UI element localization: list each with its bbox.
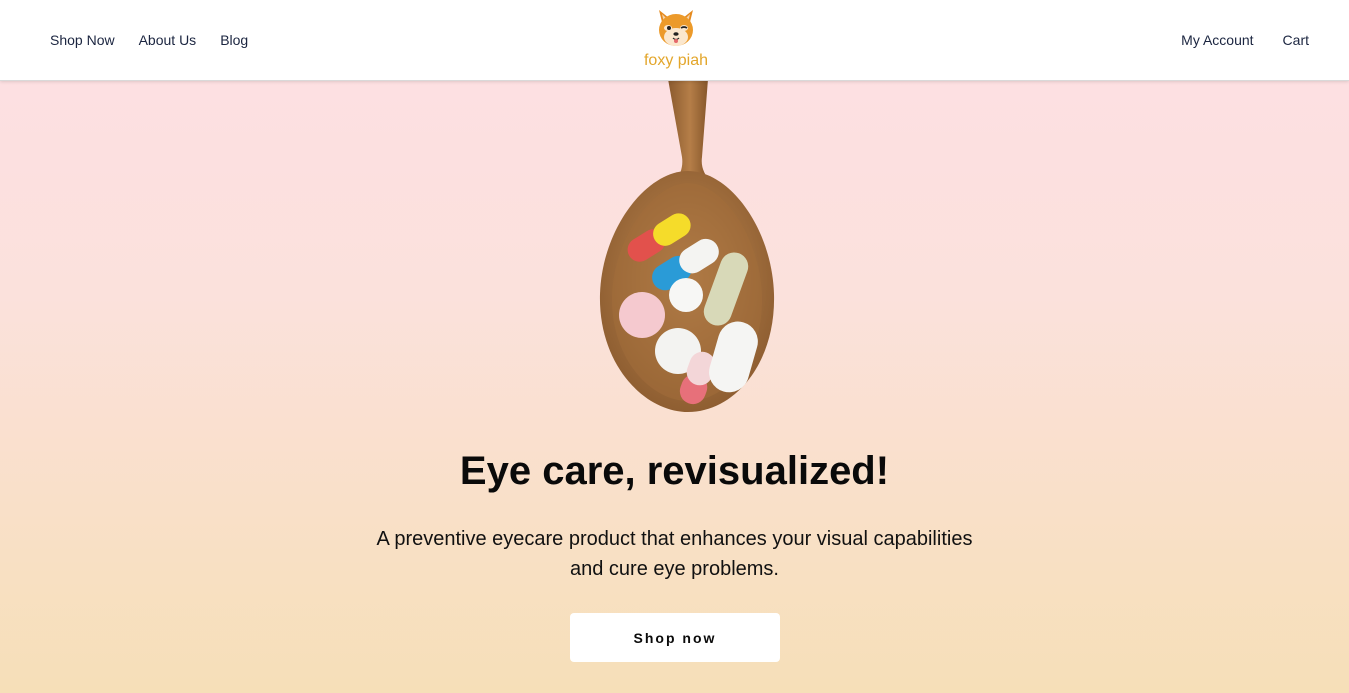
nav-link-blog[interactable]: Blog [220,32,248,48]
primary-nav: Shop Now About Us Blog [50,32,272,48]
site-header: Shop Now About Us Blog foxy piah My Acco… [0,0,1349,81]
nav-link-shop-now[interactable]: Shop Now [50,32,115,48]
nav-link-my-account[interactable]: My Account [1181,32,1253,48]
spoon-with-pills-image [599,81,775,412]
site-logo[interactable]: foxy piah [636,6,716,72]
nav-link-cart[interactable]: Cart [1283,32,1309,48]
logo-text: foxy piah [643,52,709,69]
hero-headline: Eye care, revisualized! [459,449,890,493]
shiba-dog-face-icon [659,10,693,46]
hero-banner: Eye care, revisualized! A preventive eye… [0,81,1349,693]
shop-now-button[interactable]: Shop now [570,613,780,662]
hero-subtext: A preventive eyecare product that enhanc… [376,528,973,580]
account-nav: My Account Cart [1152,32,1309,48]
nav-link-about-us[interactable]: About Us [139,32,197,48]
